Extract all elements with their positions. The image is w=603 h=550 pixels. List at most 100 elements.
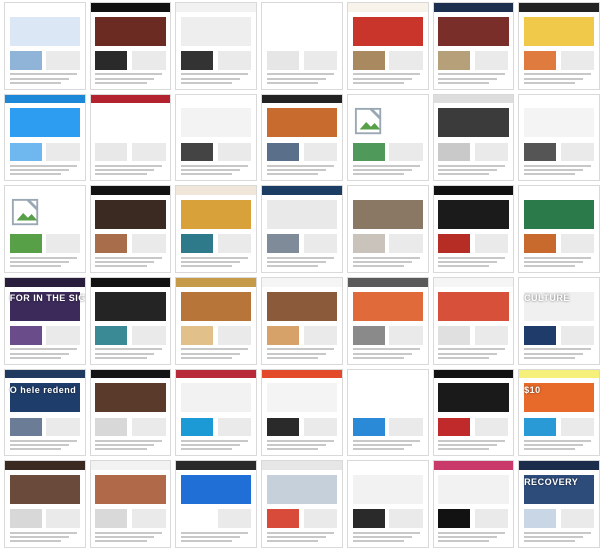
tile-r4c6[interactable] [432,276,515,365]
tile-r1c3[interactable] [175,2,258,90]
tile-r3c5[interactable] [346,185,429,273]
tile-r2c2[interactable] [89,93,172,182]
tile-r5c4[interactable] [261,368,343,457]
tile-r2c4[interactable] [261,93,343,182]
tile-r6c5[interactable] [346,460,429,548]
tile-text-line [352,173,404,176]
tile-top-bar [433,3,514,12]
tile-top-bar [176,186,257,195]
tile-hero [181,291,252,321]
tile-r2c7[interactable] [518,93,600,182]
tile-r4c4[interactable] [261,276,343,365]
tile-r4c1[interactable]: FOR IN THE SIGNAL [4,276,86,365]
tile-content-block [352,234,385,254]
tile-r2c6[interactable] [432,93,515,182]
tile-r4c2[interactable] [89,276,172,365]
tile-text-line [438,81,490,84]
tile-text-line [181,356,233,359]
tile-content-block [560,142,595,162]
tile-text-line [266,265,318,268]
tile-r2c5[interactable] [346,93,429,182]
tile-content-block [217,509,252,529]
tile-hero [438,16,509,46]
tile-hero [438,475,509,505]
tile-r6c4[interactable] [261,460,343,548]
tile-hero [9,16,80,46]
tile-top-bar [519,186,599,195]
tile-text-line [9,531,77,534]
tile-r6c7[interactable]: RECOVERY [518,460,600,548]
tile-headline-text: CULTURE [524,293,570,304]
tile-r5c3[interactable] [175,368,258,457]
tile-hero [95,383,166,413]
tile-content-block [132,417,166,437]
tile-text-line [524,73,592,76]
tile-hero [266,200,338,230]
tile-text-line [9,444,69,447]
tile-hero [266,291,338,321]
tile-r3c3[interactable] [175,185,258,273]
tile-r2c3[interactable] [175,93,258,182]
tile-top-bar [433,369,514,379]
tile-r5c6[interactable] [432,368,515,457]
tile-content-block [524,417,556,437]
tile-r6c3[interactable] [175,460,258,548]
tile-top-bar [262,461,342,470]
tile-text-line [9,173,61,176]
tile-text-line [95,265,147,268]
tile-r1c7[interactable] [518,2,600,90]
tile-content-block [181,509,214,529]
tile-text-line [524,444,584,447]
broken-image-icon [355,107,382,134]
tile-text-line [438,352,498,355]
tile-headline-text: $10 [524,385,541,396]
tile-r1c5[interactable] [346,2,429,90]
tile-r1c4[interactable] [261,2,343,90]
tile-r3c4[interactable] [261,185,343,273]
tile-text-line [266,164,334,167]
tile-text-line [266,73,334,76]
tile-content-block [524,234,556,254]
tile-content-block [303,417,338,437]
tile-r4c5[interactable] [346,276,429,365]
tile-r5c5[interactable] [346,368,429,457]
tile-top-bar [90,369,171,379]
tile-r4c7[interactable]: CULTURE [518,276,600,365]
tile-r1c2[interactable] [89,2,172,90]
tile-r6c1[interactable] [4,460,86,548]
tile-r2c1[interactable] [4,93,86,182]
tile-r6c2[interactable] [89,460,172,548]
tile-r5c7[interactable]: $10 [518,368,600,457]
tile-text-line [438,356,490,359]
tile-text-line [181,256,249,259]
tile-r3c2[interactable] [89,185,172,273]
tile-r6c6[interactable] [432,460,515,548]
tile-text-line [352,356,404,359]
tile-content-block [303,142,338,162]
tile-text-line [524,260,584,263]
tile-r3c1[interactable] [4,185,86,273]
tile-hero [438,108,509,138]
tile-hero [95,108,166,138]
tile-hero [181,383,252,413]
tile-content-block [132,509,166,529]
tile-content-block [181,325,214,345]
tile-content-block [303,509,338,529]
tile-r4c3[interactable] [175,276,258,365]
tile-text-line [438,535,498,538]
tile-r5c1[interactable]: O hele redend [4,368,86,457]
tile-hero [524,16,595,46]
tile-r3c6[interactable] [432,185,515,273]
tile-content-block [266,142,299,162]
tile-r5c2[interactable] [89,368,172,457]
tile-content-block [95,50,128,70]
tile-text-line [266,348,334,351]
tile-text-line [524,439,592,442]
tile-content-block [132,50,166,70]
tile-r3c7[interactable] [518,185,600,273]
tile-content-block [475,50,509,70]
tile-r1c6[interactable] [432,2,515,90]
tile-content-block [132,142,166,162]
tile-r1c1[interactable] [4,2,86,90]
tile-top-bar [347,94,428,104]
